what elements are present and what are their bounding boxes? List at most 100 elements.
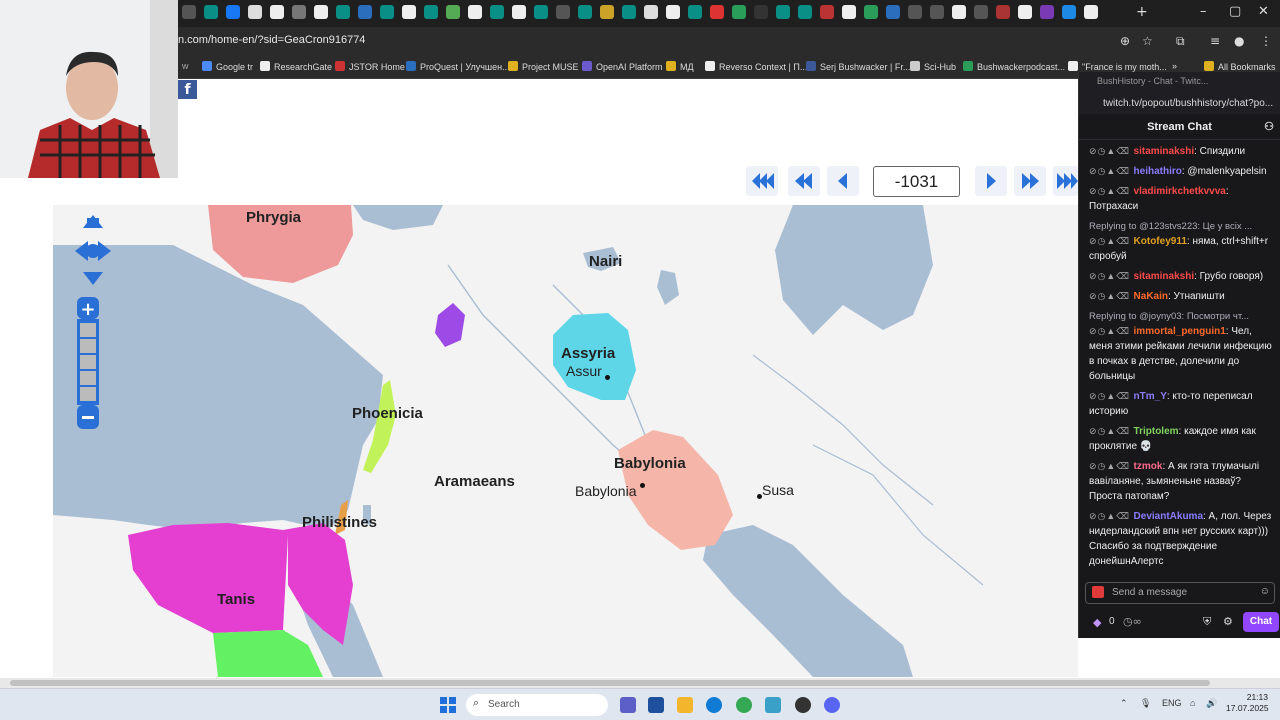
historical-map[interactable]: Phrygia Nairi Assyria Phoenicia Aramaean… bbox=[53, 205, 1078, 677]
tab-icon[interactable] bbox=[1062, 5, 1076, 19]
tray-chevron-icon[interactable]: ⌃ bbox=[1120, 698, 1128, 709]
bookmark-item[interactable]: Serj Bushwacker | Fr... bbox=[806, 61, 910, 72]
menu-icon[interactable]: ⋮ bbox=[1260, 34, 1272, 48]
bookmark-item[interactable]: "France is my moth... bbox=[1068, 61, 1167, 72]
tab-icon[interactable] bbox=[468, 5, 482, 19]
tab-icon[interactable] bbox=[380, 5, 394, 19]
tab-icon[interactable] bbox=[644, 5, 658, 19]
volume-icon[interactable]: 🔊 bbox=[1206, 698, 1217, 709]
tab-icon[interactable] bbox=[776, 5, 790, 19]
tab-icon[interactable] bbox=[600, 5, 614, 19]
year-input[interactable]: -1031 bbox=[873, 166, 960, 197]
teams-icon[interactable] bbox=[620, 697, 636, 713]
tab-icon[interactable] bbox=[512, 5, 526, 19]
tab-icon[interactable] bbox=[908, 5, 922, 19]
tab-icon[interactable] bbox=[974, 5, 988, 19]
bookmark-item[interactable]: Bushwackerpodcast... bbox=[963, 61, 1065, 72]
tab-icon[interactable] bbox=[534, 5, 548, 19]
last-year-button[interactable] bbox=[1053, 166, 1078, 196]
chat-username[interactable]: Kotofey911 bbox=[1134, 236, 1187, 247]
queue-icon[interactable]: ≡ bbox=[1210, 34, 1220, 48]
tab-icon[interactable] bbox=[798, 5, 812, 19]
chat-url-bar[interactable]: twitch.tv/popout/bushhistory/chat?po... bbox=[1079, 94, 1280, 114]
chat-username[interactable]: tzmok bbox=[1134, 461, 1163, 472]
tab-icon[interactable] bbox=[886, 5, 900, 19]
chat-message-input[interactable]: Send a message ☺ bbox=[1085, 582, 1275, 604]
tab-icon[interactable] bbox=[578, 5, 592, 19]
language-indicator[interactable]: ENG bbox=[1162, 698, 1182, 708]
tab-icon[interactable] bbox=[732, 5, 746, 19]
bookmark-item[interactable]: Reverso Context | П... bbox=[705, 61, 807, 72]
chrome-icon[interactable] bbox=[736, 697, 752, 713]
chat-username[interactable]: sitaminakshi bbox=[1134, 271, 1195, 282]
tab-icon[interactable] bbox=[842, 5, 856, 19]
tab-strip[interactable] bbox=[182, 5, 1102, 19]
app-icon[interactable] bbox=[795, 697, 811, 713]
facebook-icon[interactable]: f bbox=[178, 80, 197, 99]
tab-icon[interactable] bbox=[952, 5, 966, 19]
gear-icon[interactable]: ⚙ bbox=[1223, 615, 1233, 628]
file-explorer-icon[interactable] bbox=[677, 697, 693, 713]
bookmark-item[interactable]: Google tr bbox=[202, 61, 253, 72]
app-icon[interactable] bbox=[765, 697, 781, 713]
back-many-button[interactable] bbox=[788, 166, 820, 196]
tab-icon[interactable] bbox=[226, 5, 240, 19]
chat-send-button[interactable]: Chat bbox=[1243, 612, 1279, 632]
bookmark-item[interactable]: Sci-Hub bbox=[910, 61, 956, 72]
chat-username[interactable]: nTm_Y bbox=[1134, 391, 1167, 402]
extensions-icon[interactable]: ⧉ bbox=[1176, 34, 1185, 49]
close-window-icon[interactable]: ✕ bbox=[1258, 4, 1269, 19]
windows-start-icon[interactable] bbox=[440, 697, 456, 713]
tab-icon[interactable] bbox=[1084, 5, 1098, 19]
tab-icon[interactable] bbox=[248, 5, 262, 19]
tab-icon[interactable] bbox=[314, 5, 328, 19]
mod-icons[interactable]: ⊘◷▲⌫ bbox=[1089, 186, 1134, 196]
chat-username[interactable]: heihathiro bbox=[1134, 166, 1182, 177]
bookmark-overflow[interactable]: w bbox=[182, 61, 189, 71]
tab-icon[interactable] bbox=[182, 5, 196, 19]
tab-icon[interactable] bbox=[864, 5, 878, 19]
bookmark-item[interactable]: Project MUSE bbox=[508, 61, 579, 72]
chat-username[interactable]: DeviantAkuma bbox=[1134, 511, 1203, 522]
chat-username[interactable]: sitaminakshi bbox=[1134, 146, 1195, 157]
tab-icon[interactable] bbox=[996, 5, 1010, 19]
forward-many-button[interactable] bbox=[1014, 166, 1046, 196]
scrollbar-thumb[interactable] bbox=[10, 680, 1210, 686]
shield-icon[interactable]: ⛨ bbox=[1203, 615, 1211, 629]
tab-icon[interactable] bbox=[358, 5, 372, 19]
users-icon[interactable]: ⚇ bbox=[1264, 114, 1274, 140]
mod-icons[interactable]: ⊘◷▲⌫ bbox=[1089, 166, 1134, 176]
profile-icon[interactable]: ● bbox=[1234, 34, 1244, 48]
chat-username[interactable]: immortal_penguin1 bbox=[1134, 326, 1226, 337]
channel-points-icon[interactable]: ◆ bbox=[1093, 616, 1101, 629]
first-year-button[interactable] bbox=[746, 166, 778, 196]
zoom-icon[interactable]: ⊕ bbox=[1120, 34, 1130, 48]
mod-icons[interactable]: ⊘◷▲⌫ bbox=[1089, 391, 1134, 401]
tab-icon[interactable] bbox=[490, 5, 504, 19]
tab-icon[interactable] bbox=[446, 5, 460, 19]
bookmark-item[interactable]: ProQuest | Улучшен... bbox=[406, 61, 510, 72]
tab-icon[interactable] bbox=[754, 5, 768, 19]
mod-icons[interactable]: ⊘◷▲⌫ bbox=[1089, 511, 1134, 521]
tab-icon[interactable] bbox=[336, 5, 350, 19]
tab-icon[interactable] bbox=[710, 5, 724, 19]
network-icon[interactable]: ⌂ bbox=[1190, 698, 1195, 708]
mod-icons[interactable]: ⊘◷▲⌫ bbox=[1089, 461, 1134, 471]
tab-icon[interactable] bbox=[424, 5, 438, 19]
tab-icon[interactable] bbox=[666, 5, 680, 19]
microphone-icon[interactable]: 🎙 bbox=[1140, 698, 1151, 709]
tab-icon[interactable] bbox=[1018, 5, 1032, 19]
tab-icon[interactable] bbox=[402, 5, 416, 19]
emote-icon[interactable]: ☺ bbox=[1260, 586, 1270, 597]
edge-icon[interactable] bbox=[706, 697, 722, 713]
taskbar-clock[interactable]: 21:13 17.07.2025 bbox=[1226, 692, 1269, 714]
back-one-button[interactable] bbox=[827, 166, 859, 196]
bookmarks-overflow-icon[interactable]: » bbox=[1172, 61, 1177, 71]
record-icon[interactable] bbox=[1092, 586, 1104, 598]
url-field[interactable]: n.com/home-en/?sid=GeaCron916774 bbox=[178, 34, 365, 46]
new-tab-icon[interactable]: + bbox=[1136, 4, 1148, 20]
tab-icon[interactable] bbox=[204, 5, 218, 19]
discord-icon[interactable] bbox=[824, 697, 840, 713]
tab-icon[interactable] bbox=[622, 5, 636, 19]
horizontal-scrollbar[interactable] bbox=[0, 678, 1280, 688]
